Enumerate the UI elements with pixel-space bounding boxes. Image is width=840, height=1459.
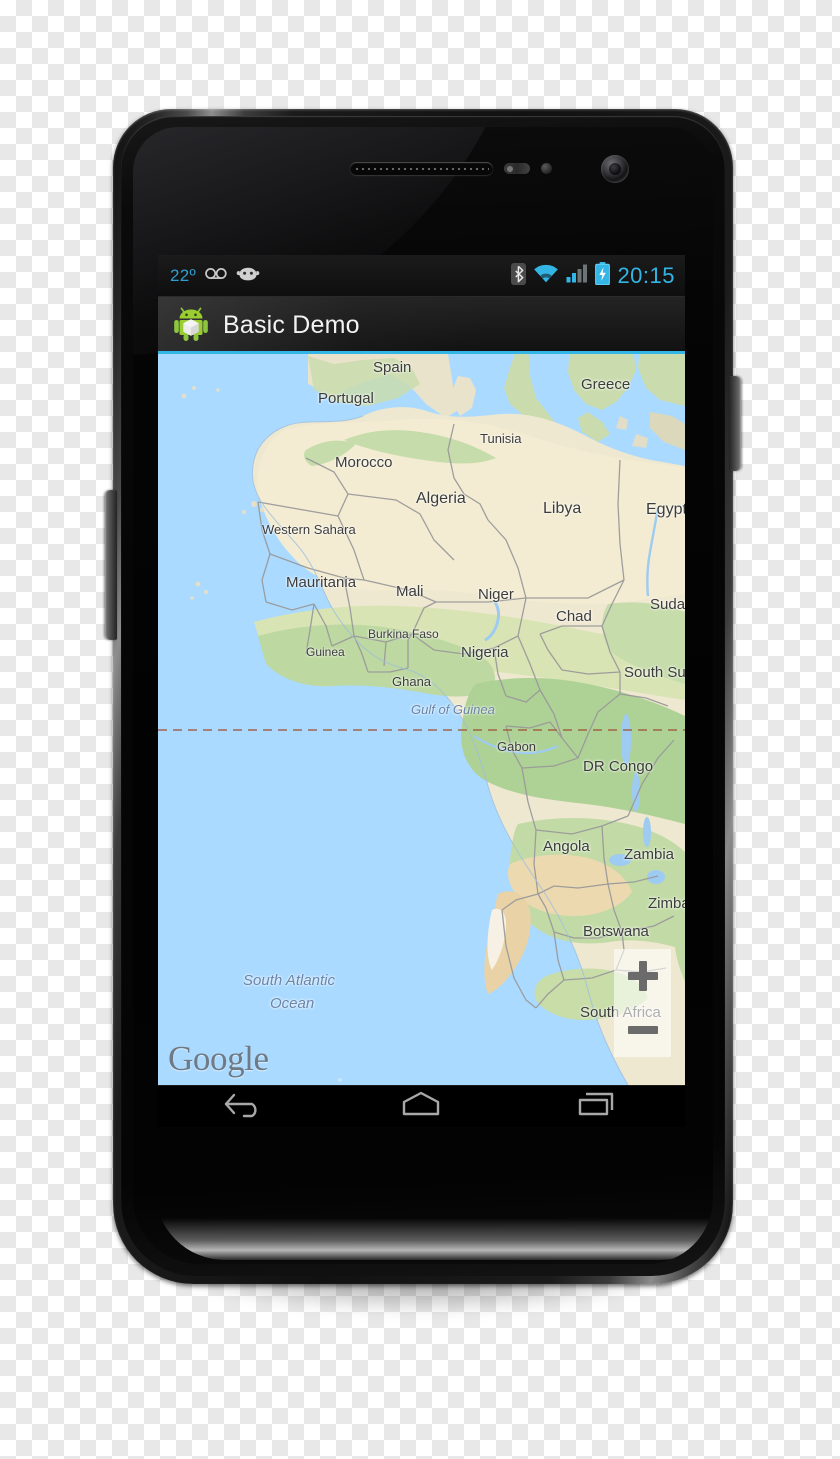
phone-bottom-chrome-arc bbox=[155, 1190, 713, 1260]
map-label: Guinea bbox=[306, 645, 345, 659]
map-label: Gulf of Guinea bbox=[411, 702, 495, 717]
android-cube-app-icon bbox=[171, 303, 211, 348]
map-label: Ghana bbox=[392, 674, 432, 689]
voicemail-icon bbox=[205, 267, 227, 285]
google-map-view[interactable]: Spain Portugal Greece Tunisia Morocco Algeria… bbox=[158, 354, 685, 1085]
map-label: Spain bbox=[373, 359, 412, 376]
volume-rocker-button[interactable] bbox=[105, 490, 117, 640]
map-label: Chad bbox=[556, 608, 592, 625]
map-label: Ocean bbox=[270, 995, 315, 1012]
map-zoom-controls[interactable] bbox=[614, 949, 671, 1057]
earpiece-mesh bbox=[354, 166, 489, 171]
power-button[interactable] bbox=[729, 376, 741, 471]
minus-icon bbox=[627, 1026, 658, 1034]
battery-charging-icon bbox=[595, 262, 611, 290]
map-label: Burkina Faso bbox=[368, 627, 439, 641]
status-bar: 22º 20:15 bbox=[158, 255, 685, 297]
nav-recents-button[interactable] bbox=[542, 1085, 652, 1127]
map-label: Nigeria bbox=[461, 644, 509, 661]
map-label: Suda bbox=[650, 596, 685, 613]
page-title: Basic Demo bbox=[223, 311, 360, 339]
map-label: Algeria bbox=[416, 490, 466, 507]
map-label: Tunisia bbox=[480, 431, 522, 446]
back-arrow-icon bbox=[222, 1089, 270, 1124]
map-label: Zimbab bbox=[648, 895, 685, 912]
map-label: Portugal bbox=[318, 390, 374, 407]
google-attribution-logo: Google bbox=[168, 1039, 269, 1078]
status-bar-right-group: 20:15 bbox=[511, 262, 685, 290]
map-geometry bbox=[158, 354, 685, 1085]
map-label: Greece bbox=[581, 376, 631, 393]
map-label: Mauritania bbox=[286, 574, 357, 591]
map-label: Botswana bbox=[583, 923, 649, 940]
map-label: Zambia bbox=[624, 846, 675, 863]
map-label: Mali bbox=[396, 583, 424, 600]
zoom-in-button[interactable] bbox=[614, 949, 671, 1003]
map-label: Libya bbox=[543, 500, 582, 517]
zoom-out-button[interactable] bbox=[614, 1003, 671, 1057]
recent-apps-icon bbox=[576, 1089, 618, 1124]
home-pentagon-icon bbox=[400, 1090, 442, 1123]
map-label: Egypt bbox=[646, 501, 685, 518]
map-label: Morocco bbox=[335, 454, 393, 471]
front-camera-icon bbox=[601, 155, 629, 183]
temperature-indicator: 22º bbox=[170, 266, 197, 285]
map-label: DR Congo bbox=[583, 758, 654, 775]
android-navigation-bar bbox=[158, 1085, 685, 1127]
status-bar-clock: 20:15 bbox=[617, 263, 675, 288]
cellular-signal-icon bbox=[566, 264, 588, 288]
map-label: Gabon bbox=[497, 739, 537, 754]
map-label: South Su bbox=[624, 664, 685, 681]
earpiece-speaker bbox=[350, 162, 493, 175]
nav-back-button[interactable] bbox=[191, 1085, 301, 1127]
action-bar: Basic Demo bbox=[158, 297, 685, 354]
plus-icon-vertical-bar bbox=[638, 961, 647, 991]
map-label: Niger bbox=[478, 586, 514, 603]
map-label: South Atlantic bbox=[243, 972, 335, 989]
nav-home-button[interactable] bbox=[366, 1085, 476, 1127]
phone-screen: 22º 20:15 Basic Demo Spain Portugal Gree… bbox=[158, 255, 685, 1127]
map-label: Angola bbox=[543, 838, 590, 855]
bluetooth-icon bbox=[511, 262, 527, 290]
status-bar-left-group: 22º bbox=[158, 266, 260, 287]
light-sensor-icon bbox=[541, 163, 552, 174]
android-face-icon bbox=[236, 266, 260, 287]
map-label: Western Sahara bbox=[262, 522, 356, 537]
wifi-icon bbox=[533, 264, 559, 288]
proximity-sensor-icon bbox=[504, 163, 530, 174]
